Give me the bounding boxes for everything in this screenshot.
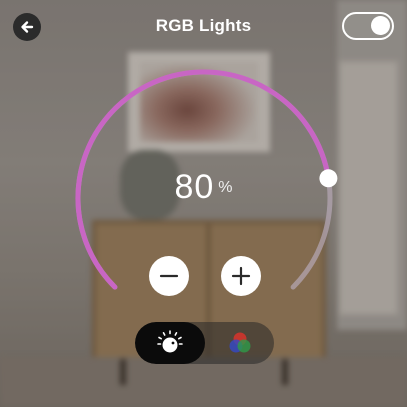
brightness-readout: 80% <box>0 168 407 207</box>
rgb-circles-icon <box>229 332 250 353</box>
mode-switch <box>135 322 274 364</box>
plus-icon <box>231 266 251 286</box>
rgb-lights-screen: RGB Lights 80% <box>0 0 407 407</box>
brightness-value: 80 <box>174 168 215 206</box>
increase-brightness-button[interactable] <box>221 256 261 296</box>
decrease-brightness-button[interactable] <box>149 256 189 296</box>
color-mode-button[interactable] <box>205 322 274 364</box>
brightness-unit: % <box>218 179 233 196</box>
brightness-dial-icon <box>157 330 183 353</box>
minus-icon <box>159 274 179 278</box>
brightness-mode-button[interactable] <box>135 322 205 364</box>
